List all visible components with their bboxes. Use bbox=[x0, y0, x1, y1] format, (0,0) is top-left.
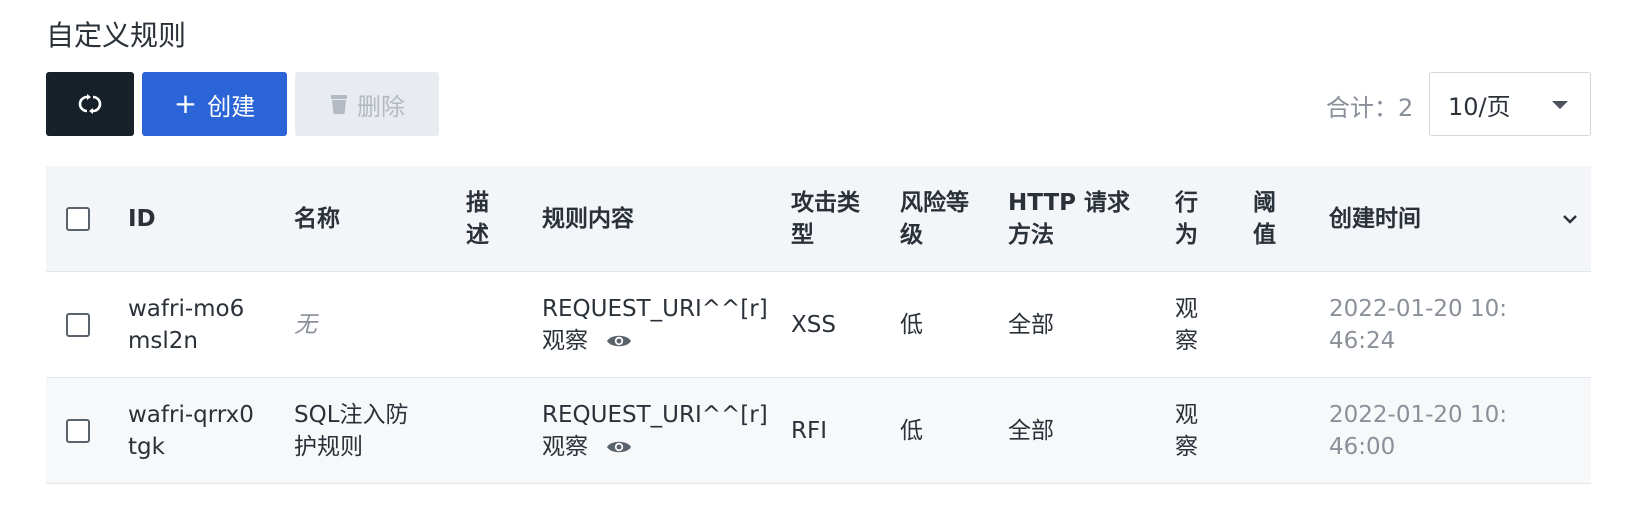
header-risk-line: 级 bbox=[900, 221, 923, 248]
chevron-down-icon[interactable] bbox=[1561, 210, 1579, 228]
rule-name-line: SQL注入防 bbox=[294, 401, 409, 428]
header-name: 名称 bbox=[294, 205, 340, 232]
action-line: 察 bbox=[1175, 327, 1198, 354]
rule-content: REQUEST_URI^^[r] 观察 bbox=[542, 378, 768, 483]
header-threshold-line: 值 bbox=[1253, 221, 1276, 248]
http-method: 全部 bbox=[1008, 417, 1054, 444]
header-method-line: HTTP 请求 bbox=[1008, 189, 1131, 216]
action: 观察 bbox=[1175, 272, 1198, 377]
action-line: 观 bbox=[1175, 295, 1198, 322]
http-method: 全部 bbox=[1008, 311, 1054, 338]
select-all-checkbox[interactable] bbox=[66, 206, 90, 231]
delete-button[interactable]: 删除 bbox=[295, 72, 439, 136]
total-count: 合计：2 bbox=[1326, 94, 1414, 122]
header-action-line: 为 bbox=[1175, 221, 1198, 248]
header-http-method: HTTP 请求 方法 bbox=[1008, 166, 1130, 271]
created-time: 2022-01-20 10: 46:24 bbox=[1329, 272, 1507, 377]
created-time: 2022-01-20 10: 46:00 bbox=[1329, 378, 1507, 483]
header-attack-type: 攻击类型 bbox=[791, 166, 860, 271]
header-threshold: 阈值 bbox=[1253, 166, 1276, 271]
action: 观察 bbox=[1175, 378, 1198, 483]
rule-content-line: 观察 bbox=[542, 433, 588, 460]
rule-id-line: tgk bbox=[128, 433, 165, 460]
refresh-icon bbox=[78, 94, 102, 114]
table-row: wafri-qrrx0 tgk SQL注入防 护规则 REQUEST_URI^^[r… bbox=[46, 378, 1591, 484]
caret-down-icon bbox=[1552, 101, 1568, 109]
risk-level: 低 bbox=[900, 417, 923, 444]
header-desc: 描述 bbox=[466, 166, 489, 271]
plus-icon: + bbox=[173, 87, 198, 120]
rule-name: 无 bbox=[294, 311, 317, 338]
rule-content: REQUEST_URI^^[r] 观察 bbox=[542, 272, 768, 377]
trash-icon bbox=[331, 95, 347, 114]
rule-name: SQL注入防 护规则 bbox=[294, 378, 409, 483]
page-title: 自定义规则 bbox=[46, 19, 187, 52]
header-content: 规则内容 bbox=[542, 205, 634, 232]
table-row: wafri-mo6 msl2n 无 REQUEST_URI^^[r] 观察 XSS… bbox=[46, 272, 1591, 378]
row-checkbox[interactable] bbox=[66, 312, 90, 337]
header-risk-line: 风险等 bbox=[900, 189, 969, 216]
rule-content-line: REQUEST_URI^^[r] bbox=[542, 295, 768, 322]
eye-icon[interactable] bbox=[606, 333, 632, 349]
rule-id: wafri-mo6 msl2n bbox=[128, 272, 244, 377]
row-checkbox[interactable] bbox=[66, 418, 90, 443]
created-time-line: 46:24 bbox=[1329, 327, 1396, 354]
rule-id-line: wafri-qrrx0 bbox=[128, 401, 254, 428]
created-time-line: 46:00 bbox=[1329, 433, 1396, 460]
rule-content-line: REQUEST_URI^^[r] bbox=[542, 401, 768, 428]
attack-type: RFI bbox=[791, 417, 827, 444]
create-label: 创建 bbox=[207, 92, 256, 121]
rule-id-line: msl2n bbox=[128, 327, 198, 354]
header-action: 行为 bbox=[1175, 166, 1198, 271]
header-desc-line: 述 bbox=[466, 221, 489, 248]
header-method-line: 方法 bbox=[1008, 221, 1054, 248]
created-time-line: 2022-01-20 10: bbox=[1329, 401, 1507, 428]
header-created-time[interactable]: 创建时间 bbox=[1329, 166, 1421, 271]
header-risk-level: 风险等级 bbox=[900, 166, 969, 271]
header-attack-line: 攻击类 bbox=[791, 189, 860, 216]
table-header: ID 名称 描述 规则内容 攻击类型 风险等级 HTTP 请求 方法 行为 阈值 … bbox=[46, 166, 1591, 272]
action-line: 察 bbox=[1175, 433, 1198, 460]
risk-level: 低 bbox=[900, 311, 923, 338]
page-size-value: 10/页 bbox=[1448, 92, 1511, 121]
rule-id-line: wafri-mo6 bbox=[128, 295, 245, 322]
create-button[interactable]: + 创建 bbox=[142, 72, 287, 136]
header-desc-line: 描 bbox=[466, 189, 489, 216]
page-size-select[interactable]: 10/页 bbox=[1429, 72, 1591, 136]
header-id: ID bbox=[128, 205, 156, 232]
delete-label: 删除 bbox=[357, 92, 405, 121]
attack-type: XSS bbox=[791, 311, 836, 338]
header-action-line: 行 bbox=[1175, 189, 1198, 216]
header-attack-line: 型 bbox=[791, 221, 814, 248]
rule-content-line: 观察 bbox=[542, 327, 588, 354]
action-line: 观 bbox=[1175, 401, 1198, 428]
created-time-line: 2022-01-20 10: bbox=[1329, 295, 1507, 322]
eye-icon[interactable] bbox=[606, 439, 632, 455]
rule-id: wafri-qrrx0 tgk bbox=[128, 378, 254, 483]
header-threshold-line: 阈 bbox=[1253, 189, 1276, 216]
refresh-button[interactable] bbox=[46, 72, 134, 136]
rule-name-line: 护规则 bbox=[294, 433, 363, 460]
